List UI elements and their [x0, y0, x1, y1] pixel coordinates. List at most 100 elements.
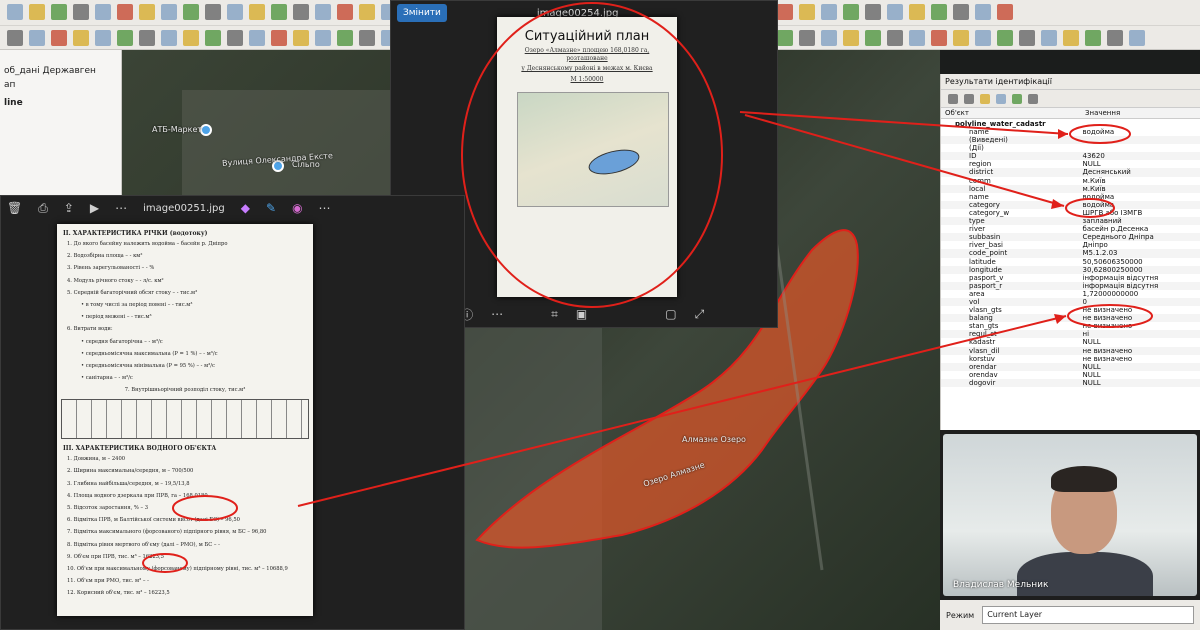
toolbar-tool-icon[interactable] [931, 29, 947, 46]
toolbar-tool-icon[interactable] [29, 29, 45, 46]
attribute-row[interactable]: category_w ШРГВ або ІЗМГВ [941, 209, 1200, 217]
copy-icon[interactable] [996, 93, 1006, 104]
toolbar-tool-icon[interactable] [205, 4, 221, 20]
fit-icon[interactable]: ▣ [576, 307, 587, 321]
attribute-row[interactable]: korstuv не визначено [941, 355, 1200, 363]
attribute-row[interactable]: (Виведені) [941, 136, 1200, 145]
toolbar-tool-icon[interactable] [227, 29, 243, 46]
edit-button[interactable]: Змінити [397, 4, 447, 22]
crop-icon[interactable]: ⌗ [551, 307, 558, 322]
more-icon[interactable]: ⋯ [491, 307, 503, 321]
toolbar-tool-icon[interactable] [337, 29, 353, 46]
attribute-row[interactable]: regul_st ні [941, 330, 1200, 339]
toolbar-tool-icon[interactable] [161, 29, 177, 46]
toolbar-tool-icon[interactable] [953, 4, 969, 20]
attribute-row[interactable]: river_basi Дніпро [941, 241, 1200, 249]
fullscreen-icon[interactable]: ⤢ [695, 307, 705, 322]
toolbar-tool-icon[interactable] [997, 4, 1013, 20]
toolbar-tool-icon[interactable] [249, 29, 265, 46]
more-icon[interactable]: ⋯ [319, 201, 331, 215]
attribute-row[interactable]: region NULL [941, 160, 1200, 168]
toolbar-tool-icon[interactable] [799, 29, 815, 46]
toolbar-tool-icon[interactable] [271, 29, 287, 46]
toolbar-tool-icon[interactable] [51, 29, 67, 46]
toolbar-tool-icon[interactable] [73, 4, 89, 20]
toolbar-tool-icon[interactable] [95, 29, 111, 46]
toolbar-tool-icon[interactable] [821, 29, 837, 46]
toolbar-tool-icon[interactable] [997, 29, 1013, 46]
layer-node[interactable]: polyline_water_cadastr [941, 119, 1200, 128]
toolbar-tool-icon[interactable] [227, 4, 243, 20]
toolbar-tool-icon[interactable] [777, 29, 793, 46]
toolbar-tool-icon[interactable] [359, 29, 375, 46]
toolbar-tool-icon[interactable] [315, 29, 331, 46]
toolbar-tool-icon[interactable] [205, 29, 221, 46]
expand-icon[interactable] [948, 93, 958, 104]
toolbar-tool-icon[interactable] [975, 29, 991, 46]
toolbar-tool-icon[interactable] [315, 4, 331, 20]
edit-icon[interactable]: ✎ [266, 201, 276, 215]
toolbar-tool-icon[interactable] [799, 4, 815, 20]
print-icon[interactable]: ⎙ [38, 201, 48, 216]
attribute-row[interactable]: (Дії) [941, 144, 1200, 152]
attribute-row[interactable]: local м.Київ [941, 184, 1200, 193]
toolbar-tool-icon[interactable] [73, 29, 89, 46]
toolbar-tool-icon[interactable] [161, 4, 177, 20]
toolbar-tool-icon[interactable] [887, 4, 903, 20]
toolbar-tool-icon[interactable] [1129, 29, 1145, 46]
attribute-row[interactable]: name водойма [941, 128, 1200, 136]
attribute-row[interactable]: vlasn_dil не визначено [941, 346, 1200, 355]
more-icon[interactable]: ⋯ [115, 201, 127, 215]
attribute-row[interactable]: pasport_v інформація відсутня [941, 274, 1200, 282]
toolbar-tool-icon[interactable] [865, 4, 881, 20]
attribute-row[interactable]: name водойма [941, 193, 1200, 201]
attribute-row[interactable]: longitude 30,62800250000 [941, 265, 1200, 274]
attribute-row[interactable]: orendav NULL [941, 371, 1200, 379]
attribute-row[interactable]: kadastr NULL [941, 338, 1200, 346]
toolbar-tool-icon[interactable] [1019, 29, 1035, 46]
layer-item[interactable]: line [0, 96, 121, 110]
video-icon[interactable]: ▶ [90, 201, 99, 215]
toolbar-tool-icon[interactable] [1041, 29, 1057, 46]
toolbar-tool-icon[interactable] [821, 4, 837, 20]
toolbar-tool-icon[interactable] [51, 4, 67, 20]
toolbar-tool-icon[interactable] [139, 29, 155, 46]
toolbar-tool-icon[interactable] [293, 4, 309, 20]
toolbar-tool-icon[interactable] [975, 4, 991, 20]
toolbar-tool-icon[interactable] [931, 4, 947, 20]
toolbar-tool-icon[interactable] [909, 4, 925, 20]
toolbar-tool-icon[interactable] [29, 4, 45, 20]
slideshow-icon[interactable]: ▢ [665, 307, 676, 321]
toolbar-tool-icon[interactable] [1063, 29, 1079, 46]
toolbar-tool-icon[interactable] [7, 29, 23, 46]
collapse-icon[interactable] [964, 93, 974, 104]
settings-icon[interactable] [1028, 93, 1038, 104]
attribute-row[interactable]: orendar NULL [941, 362, 1200, 371]
attribute-row[interactable]: category водойма [941, 200, 1200, 209]
mode-select[interactable]: Current Layer [982, 606, 1194, 624]
toolbar-tool-icon[interactable] [337, 4, 353, 20]
attribute-row[interactable]: code_point M5.1.2.03 [941, 249, 1200, 258]
attribute-row[interactable]: vol 0 [941, 297, 1200, 307]
attribute-row[interactable]: balang не визначено [941, 314, 1200, 323]
print-icon[interactable] [1012, 93, 1022, 104]
attribute-row[interactable]: vlasn_gts не визначено [941, 306, 1200, 314]
attribute-row[interactable]: pasport_r інформація відсутня [941, 281, 1200, 290]
attribute-row[interactable]: river басейн р.Десенка [941, 225, 1200, 233]
attribute-row[interactable]: type заплавний [941, 217, 1200, 226]
delete-icon[interactable]: 🗑 [7, 201, 22, 215]
select-icon[interactable] [980, 93, 990, 104]
toolbar-tool-icon[interactable] [909, 29, 925, 46]
attribute-row[interactable]: comm м.Київ [941, 177, 1200, 185]
toolbar-tool-icon[interactable] [95, 4, 111, 20]
attribute-row[interactable]: area 1,72000000000 [941, 290, 1200, 298]
toolbar-tool-icon[interactable] [293, 29, 309, 46]
designer-icon[interactable]: ◉ [292, 201, 302, 215]
toolbar-tool-icon[interactable] [7, 4, 23, 20]
toolbar-tool-icon[interactable] [953, 29, 969, 46]
layer-item[interactable]: ап [0, 78, 121, 92]
attribute-row[interactable]: subbasin Середнього Дніпра [941, 233, 1200, 242]
toolbar-tool-icon[interactable] [887, 29, 903, 46]
attribute-row[interactable]: latitude 50,50606350000 [941, 258, 1200, 266]
toolbar-tool-icon[interactable] [183, 4, 199, 20]
